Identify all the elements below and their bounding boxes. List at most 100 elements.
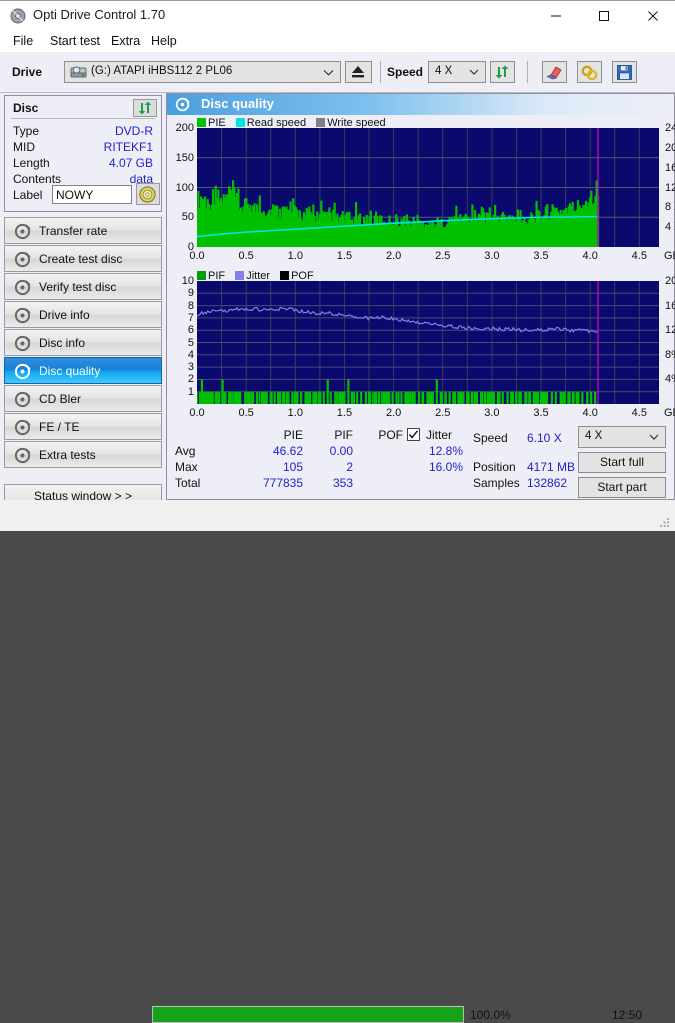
start-part-button[interactable]: Start part xyxy=(578,477,666,498)
menu-extra[interactable]: Extra xyxy=(106,33,145,49)
pif-y-tick-right: 20% xyxy=(665,275,675,287)
sidebar: Disc Type DVD-R MID RITEKF1 Length 4.07 … xyxy=(0,93,166,531)
pie-x-tick: 2.0 xyxy=(385,250,402,262)
pie-y-tick-left: 50 xyxy=(181,211,194,224)
test-speed-select[interactable]: 4 X xyxy=(578,426,666,448)
disc-row-value: 4.07 GB xyxy=(108,156,153,170)
toolbar-separator-2 xyxy=(527,61,528,83)
disc-refresh-button[interactable] xyxy=(133,99,157,117)
settings-button[interactable] xyxy=(577,61,602,83)
pie-y-tick-right: 4 X xyxy=(665,221,675,234)
menu-bar: File Start test Extra Help xyxy=(0,30,675,52)
sidebar-item-create-test-disc[interactable]: Create test disc xyxy=(4,245,162,272)
maximize-button[interactable] xyxy=(582,1,627,31)
sidebar-item-cd-bler[interactable]: CD Bler xyxy=(4,385,162,412)
pif-x-tick: 3.0 xyxy=(484,407,500,419)
progress-bar-fill xyxy=(153,1007,463,1022)
sidebar-item-verify-test-disc[interactable]: Verify test disc xyxy=(4,273,162,300)
speed-select[interactable]: 4 X xyxy=(428,61,486,83)
pif-y-tick-left: 4 xyxy=(187,348,194,361)
menu-start-test[interactable]: Start test xyxy=(45,33,105,49)
progress-bar xyxy=(152,1006,464,1023)
drive-select[interactable]: (G:) ATAPI iHBS112 2 PL06 xyxy=(64,61,341,83)
disc-row-value: DVD-R xyxy=(115,124,153,138)
sidebar-item-disc-info[interactable]: Disc info xyxy=(4,329,162,356)
stats-pie-total: 777835 xyxy=(262,476,303,490)
pie-x-tick: 3.5 xyxy=(533,250,549,262)
pif-y-tick-left: 2 xyxy=(187,373,194,386)
sidebar-item-disc-quality[interactable]: Disc quality xyxy=(4,357,162,384)
pie-x-tick: 3.0 xyxy=(484,250,500,262)
stats-pif-avg: 0.00 xyxy=(329,444,353,458)
drive-toolbar: Drive (G:) ATAPI iHBS112 2 PL06 Speed 4 … xyxy=(0,52,675,93)
close-button[interactable] xyxy=(630,1,675,31)
erase-button[interactable] xyxy=(542,61,567,83)
pie-y-tick-right: 8 X xyxy=(665,201,675,214)
disc-icon xyxy=(14,223,31,240)
pif-y-tick-left: 6 xyxy=(187,324,194,337)
sidebar-item-fe-te[interactable]: FE / TE xyxy=(4,413,162,440)
disc-row-value: RITEKF1 xyxy=(103,140,153,154)
stats-row-total: Total xyxy=(175,476,201,490)
legend-swatch xyxy=(235,271,245,280)
title-bar: Opti Drive Control 1.70 xyxy=(0,0,675,30)
minimize-button[interactable] xyxy=(533,1,578,31)
legend-swatch xyxy=(197,118,206,127)
pif-y-tick-right: 12% xyxy=(665,324,675,337)
pif-y-tick-left: 5 xyxy=(187,336,194,349)
resize-grip-icon[interactable] xyxy=(659,516,671,528)
refresh-button[interactable] xyxy=(490,61,515,83)
sidebar-item-label: FE / TE xyxy=(39,420,80,434)
stats-jitter-avg: 12.8% xyxy=(428,444,463,458)
disc-label-cd-button[interactable] xyxy=(136,183,160,205)
app-window: Opti Drive Control 1.70 File Start test … xyxy=(0,0,675,1023)
eject-button[interactable] xyxy=(345,61,372,83)
speed-stat-label: Speed xyxy=(473,431,508,445)
disc-row-key: Contents xyxy=(13,172,62,186)
panel-title: Disc quality xyxy=(201,96,274,111)
speed-value: 4 X xyxy=(435,65,453,77)
app-icon xyxy=(10,8,26,24)
window-controls xyxy=(533,1,675,31)
disc-icon xyxy=(14,279,31,296)
disc-icon xyxy=(14,251,31,268)
pie-y-tick-left: 200 xyxy=(175,122,194,134)
pif-y-tick-right: 16% xyxy=(665,299,675,312)
jitter-checkbox[interactable] xyxy=(407,428,420,441)
disc-info-box: Disc Type DVD-R MID RITEKF1 Length 4.07 … xyxy=(4,95,162,212)
start-full-button[interactable]: Start full xyxy=(578,452,666,473)
pif-x-tick: 4.5 xyxy=(631,407,647,419)
sidebar-item-extra-tests[interactable]: Extra tests xyxy=(4,441,162,468)
pif-x-tick: 1.0 xyxy=(287,407,303,419)
sidebar-item-drive-info[interactable]: Drive info xyxy=(4,301,162,328)
sidebar-item-label: Disc info xyxy=(39,336,86,350)
disc-icon xyxy=(14,419,31,436)
pif-y-tick-left: 10 xyxy=(181,275,194,287)
pif-y-tick-left: 1 xyxy=(187,385,194,398)
sidebar-item-label: Create test disc xyxy=(39,252,123,266)
chevron-down-icon xyxy=(469,62,479,82)
pif-y-tick-left: 7 xyxy=(187,311,194,324)
save-button[interactable] xyxy=(612,61,637,83)
disc-icon xyxy=(175,97,190,112)
stats-pif-total: 353 xyxy=(332,476,353,490)
pif-chart-plot xyxy=(197,281,659,404)
pie-x-tick: 0.5 xyxy=(238,250,254,262)
disc-icon xyxy=(14,447,31,464)
legend-swatch xyxy=(197,271,206,280)
menu-file[interactable]: File xyxy=(8,33,38,49)
pie-y-tick-left: 100 xyxy=(175,181,194,194)
stats-col-pof: POF xyxy=(378,428,403,442)
sidebar-item-transfer-rate[interactable]: Transfer rate xyxy=(4,217,162,244)
disc-box-divider xyxy=(11,118,155,119)
disc-label-input[interactable] xyxy=(52,185,132,204)
menu-help[interactable]: Help xyxy=(146,33,182,49)
pie-y-tick-right: 12 X xyxy=(665,181,675,194)
legend-swatch xyxy=(316,118,326,127)
pif-y-tick-left: 9 xyxy=(187,287,194,300)
drive-icon xyxy=(70,64,87,83)
disc-row-key: Type xyxy=(13,124,40,138)
sidebar-item-label: CD Bler xyxy=(39,392,82,406)
stats-pie-avg: 46.62 xyxy=(272,444,303,458)
disc-box-title: Disc xyxy=(13,101,39,115)
